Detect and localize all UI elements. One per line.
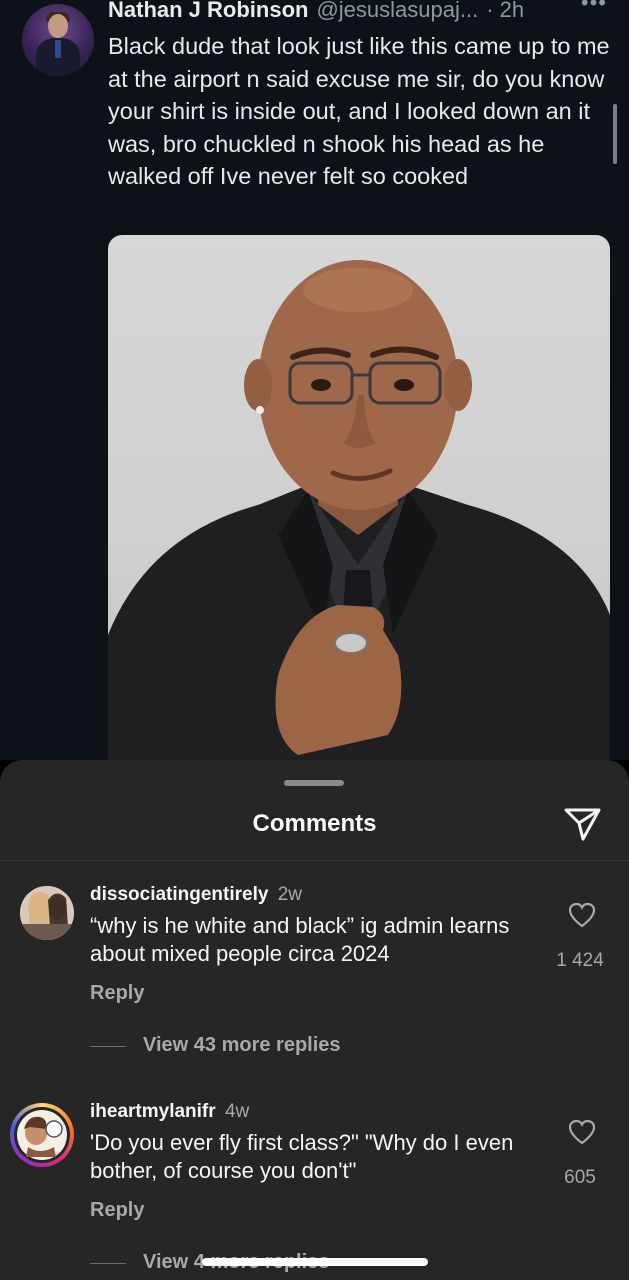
post-time: · 2h — [486, 0, 525, 22]
heart-outline-icon[interactable] — [568, 1119, 596, 1145]
more-options-icon[interactable]: ••• — [581, 0, 607, 16]
paper-plane-icon[interactable] — [562, 806, 602, 842]
replies-line — [90, 1263, 126, 1264]
post-text: Black dude that look just like this came… — [108, 33, 610, 189]
like-count: 1 424 — [556, 950, 604, 971]
comment-text: “why is he white and black” ig admin lea… — [90, 913, 510, 966]
commenter-avatar[interactable] — [10, 1103, 74, 1167]
post-author-handle: @jesuslasupaj... — [316, 0, 479, 22]
commenter-avatar[interactable] — [20, 886, 74, 940]
sheet-title: Comments — [252, 810, 377, 837]
comment-time: 2w — [277, 884, 303, 905]
heart-outline-icon[interactable] — [568, 902, 596, 928]
home-indicator[interactable] — [202, 1258, 428, 1266]
comment-header: dissociatingentirely 2w — [90, 884, 302, 906]
post-author-avatar[interactable] — [22, 4, 94, 76]
comments-sheet: Comments dissociatingentirely 2w “why is… — [0, 760, 629, 1280]
view-replies-button[interactable]: View 43 more replies — [143, 1034, 341, 1057]
comment-text: 'Do you ever fly first class?" "Why do I… — [90, 1130, 514, 1183]
post-author-name[interactable]: Nathan J Robinson — [108, 0, 308, 23]
sheet-grabber[interactable] — [284, 780, 344, 786]
sheet-divider — [0, 860, 629, 861]
comment-username[interactable]: iheartmylanifr — [90, 1101, 216, 1122]
like-count: 605 — [564, 1167, 596, 1188]
man-in-suit-photo — [108, 260, 610, 760]
comment-header: iheartmylanifr 4w — [90, 1101, 249, 1123]
comment-username[interactable]: dissociatingentirely — [90, 884, 268, 905]
post-header: Nathan J Robinson @jesuslasupaj... · 2h — [108, 0, 619, 24]
replies-line — [90, 1046, 126, 1047]
scroll-indicator — [613, 104, 617, 164]
reply-button[interactable]: Reply — [90, 982, 144, 1005]
reply-button[interactable]: Reply — [90, 1199, 144, 1222]
post-background: Nathan J Robinson @jesuslasupaj... · 2h … — [0, 0, 629, 760]
post-image[interactable] — [108, 235, 610, 760]
comment-time: 4w — [224, 1101, 250, 1122]
